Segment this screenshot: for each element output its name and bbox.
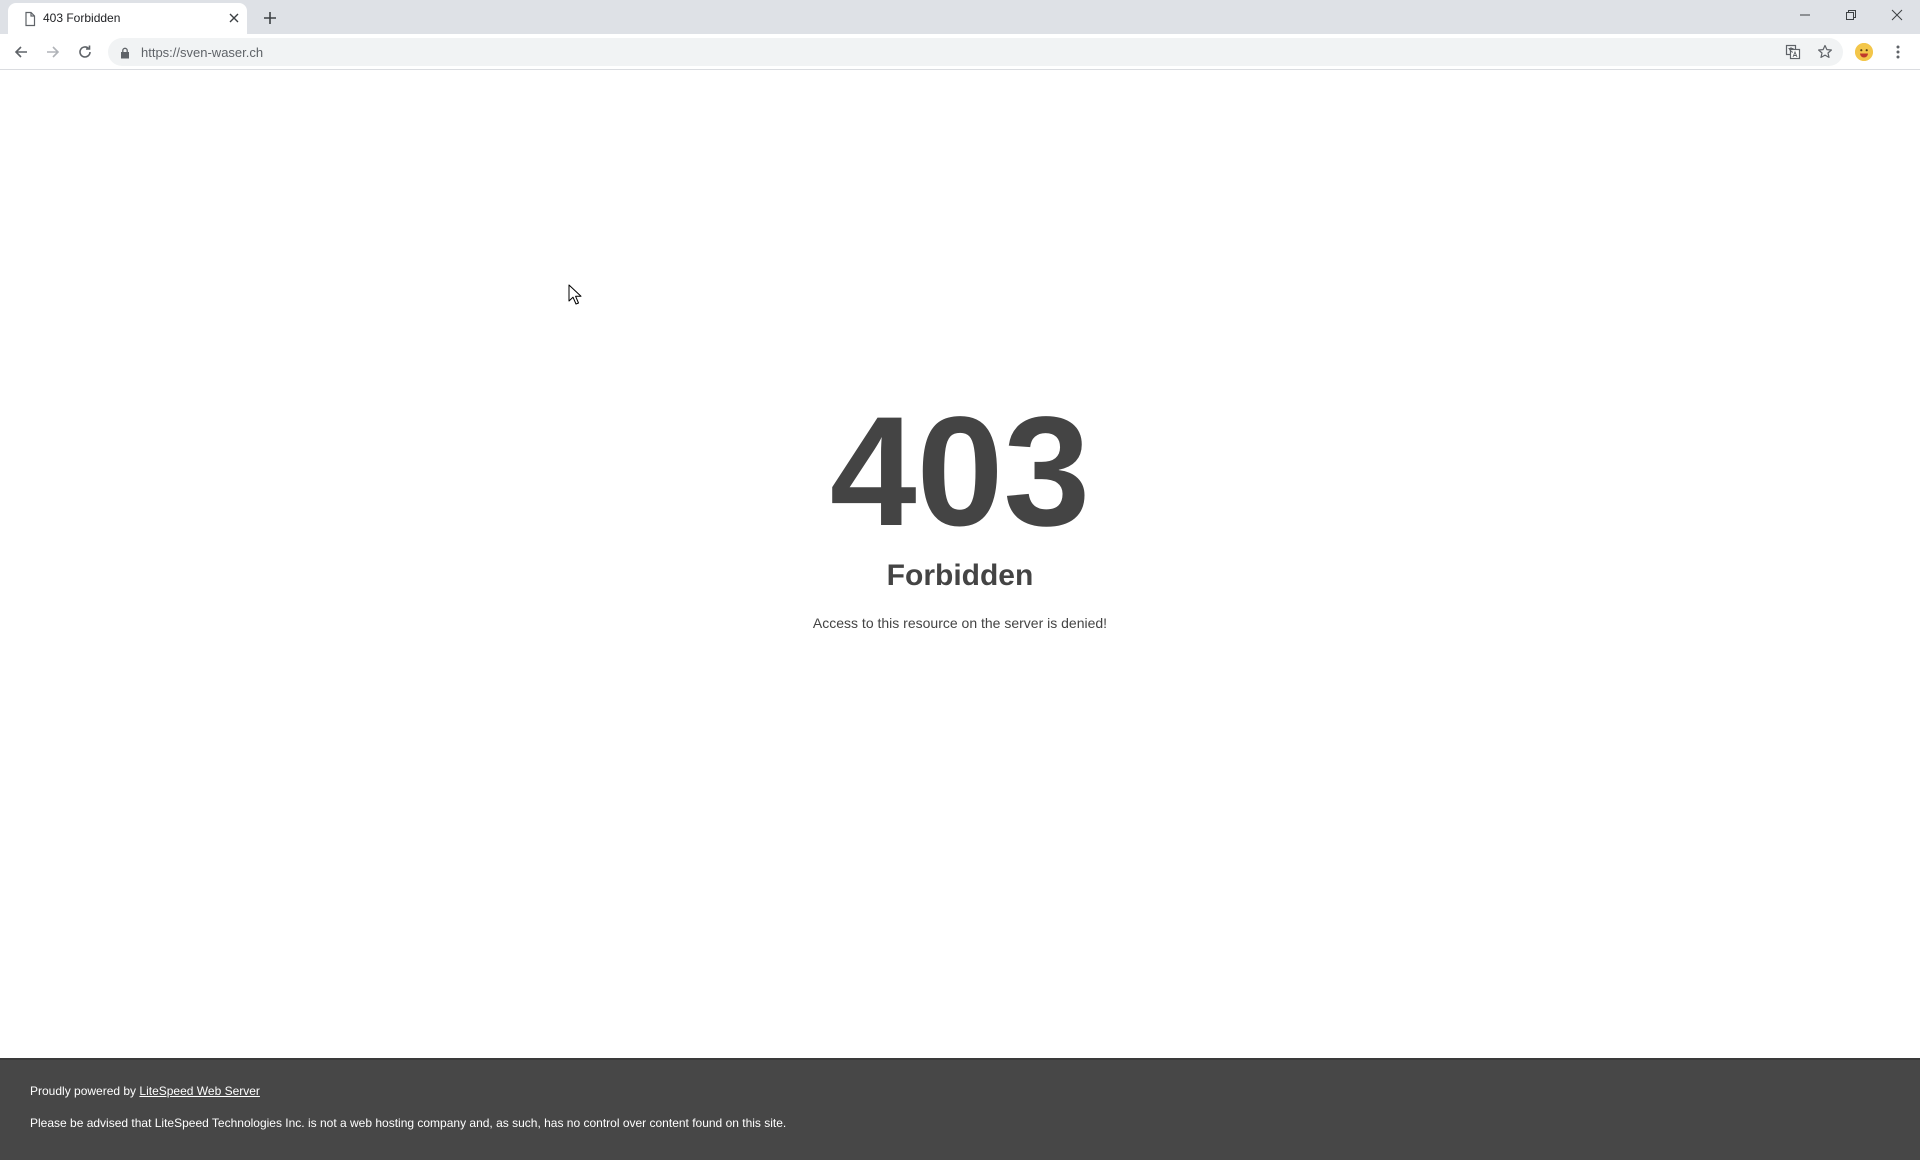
close-window-icon[interactable]	[1874, 0, 1920, 30]
bookmark-star-icon[interactable]	[1815, 42, 1835, 62]
mouse-cursor-icon	[568, 284, 582, 306]
footer-disclaimer: Please be advised that LiteSpeed Technol…	[30, 1116, 787, 1130]
footer: Proudly powered by LiteSpeed Web Server …	[0, 1058, 1920, 1160]
profile-avatar[interactable]	[1855, 43, 1873, 61]
three-dots-menu-icon[interactable]	[1888, 42, 1908, 62]
translate-icon[interactable]	[1783, 42, 1803, 62]
error-description: Access to this resource on the server is…	[812, 615, 1108, 631]
close-tab-icon[interactable]	[226, 10, 242, 26]
back-icon[interactable]	[9, 40, 33, 64]
reload-icon[interactable]	[73, 40, 97, 64]
tab-title: 403 Forbidden	[43, 11, 121, 25]
forward-icon[interactable]	[41, 40, 65, 64]
tab-strip: 403 Forbidden	[0, 0, 1920, 34]
powered-by-line: Proudly powered by LiteSpeed Web Server	[30, 1084, 260, 1098]
restore-icon[interactable]	[1828, 0, 1874, 30]
document-icon	[22, 11, 38, 27]
new-tab-icon[interactable]	[260, 8, 280, 28]
error-title: Forbidden	[886, 559, 1034, 592]
browser-toolbar: https://sven-waser.ch	[0, 34, 1920, 70]
url-text[interactable]: https://sven-waser.ch	[141, 45, 263, 60]
error-code: 403	[829, 385, 1091, 559]
powered-by-prefix: Proudly powered by	[30, 1084, 140, 1098]
lock-icon[interactable]	[120, 46, 130, 59]
page-content: 403 Forbidden Access to this resource on…	[0, 71, 1920, 1058]
litespeed-link[interactable]: LiteSpeed Web Server	[139, 1084, 260, 1098]
address-bar[interactable]: https://sven-waser.ch	[108, 38, 1843, 66]
minimize-icon[interactable]	[1782, 0, 1828, 30]
browser-tab[interactable]: 403 Forbidden	[8, 3, 247, 34]
